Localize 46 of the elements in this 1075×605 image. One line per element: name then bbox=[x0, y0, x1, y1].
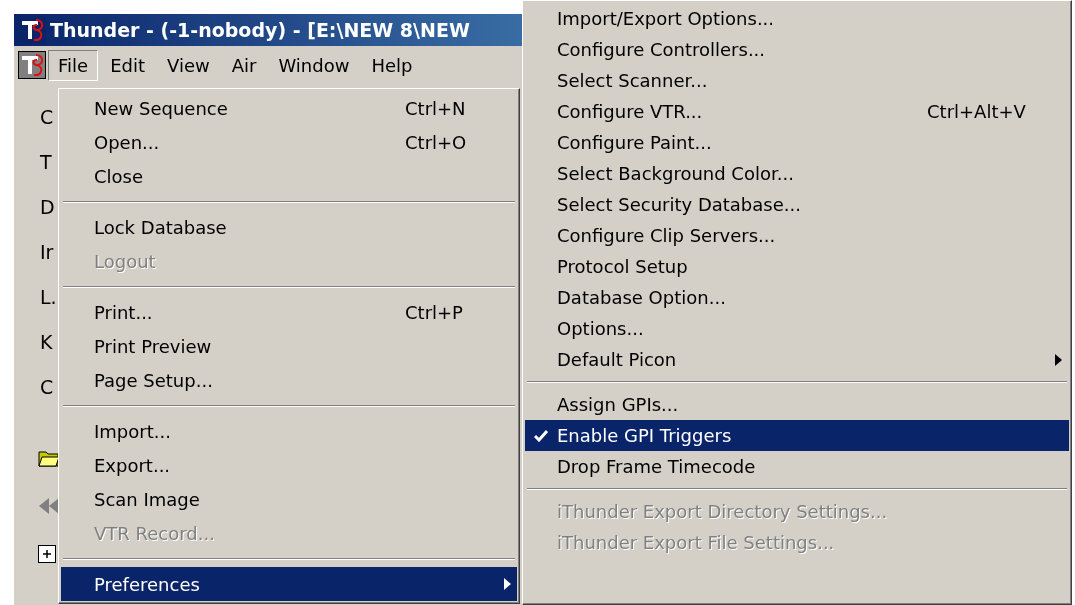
folder-icon[interactable] bbox=[38, 449, 60, 467]
menu-item[interactable]: Open... Ctrl+O bbox=[61, 125, 517, 159]
menu-item[interactable]: Scan Image bbox=[61, 482, 517, 516]
menu-item[interactable]: Enable GPI Triggers bbox=[525, 420, 1069, 451]
menu-item[interactable]: Default Picon bbox=[525, 344, 1069, 375]
menu-item[interactable]: Export... bbox=[61, 448, 517, 482]
menu-item[interactable]: Page Setup... bbox=[61, 363, 517, 397]
panel-label: Ir bbox=[40, 240, 54, 265]
menu-bar-item[interactable]: Air bbox=[221, 49, 267, 81]
panel-label: K bbox=[40, 330, 53, 355]
menu-item[interactable]: Database Option... bbox=[525, 282, 1069, 313]
menu-item[interactable]: Select Scanner... bbox=[525, 65, 1069, 96]
menu-item[interactable]: Configure Controllers... bbox=[525, 34, 1069, 65]
submenu-arrow-icon bbox=[503, 578, 511, 590]
rewind-icon[interactable] bbox=[38, 497, 60, 515]
menu-item[interactable]: Configure Paint... bbox=[525, 127, 1069, 158]
menu-item[interactable]: Print... Ctrl+P bbox=[61, 295, 517, 329]
panel-label: C bbox=[40, 375, 54, 400]
submenu-arrow-icon bbox=[1054, 353, 1062, 366]
menu-item[interactable]: Close bbox=[61, 159, 517, 193]
menu-item[interactable]: Configure Clip Servers... bbox=[525, 220, 1069, 251]
menu-item[interactable]: Import... bbox=[61, 414, 517, 448]
menu-item[interactable]: Select Security Database... bbox=[525, 189, 1069, 220]
menu-item[interactable]: Options... bbox=[525, 313, 1069, 344]
menu-bar-item[interactable]: Window bbox=[268, 49, 360, 81]
menu-bar-item[interactable]: Edit bbox=[100, 49, 155, 81]
menu-item[interactable]: Protocol Setup bbox=[525, 251, 1069, 282]
menu-item[interactable]: Lock Database bbox=[61, 210, 517, 244]
menu-bar-item[interactable]: Help bbox=[361, 49, 423, 81]
menu-item[interactable]: New Sequence Ctrl+N bbox=[61, 91, 517, 125]
panel-label: C bbox=[40, 105, 54, 130]
app-logo-icon bbox=[18, 51, 46, 79]
menu-item[interactable]: Print Preview bbox=[61, 329, 517, 363]
menu-item[interactable]: Preferences bbox=[61, 567, 517, 601]
menu-item[interactable]: Configure VTR... Ctrl+Alt+V bbox=[525, 96, 1069, 127]
panel-label: T bbox=[40, 150, 52, 175]
menu-item[interactable]: Select Background Color... bbox=[525, 158, 1069, 189]
menu-item[interactable]: Assign GPIs... bbox=[525, 389, 1069, 420]
menu-item[interactable]: Import/Export Options... bbox=[525, 3, 1069, 34]
panel-label: D bbox=[40, 195, 55, 220]
menu-item[interactable]: Drop Frame Timecode bbox=[525, 451, 1069, 482]
menu-bar-item[interactable]: View bbox=[157, 49, 220, 81]
menu-bar-item[interactable]: File bbox=[48, 49, 99, 81]
window-title: Thunder - (-1-nobody) - [E:\NEW 8\NEW bbox=[50, 19, 470, 41]
expand-icon[interactable] bbox=[38, 545, 56, 563]
panel-label: L. bbox=[40, 285, 57, 310]
